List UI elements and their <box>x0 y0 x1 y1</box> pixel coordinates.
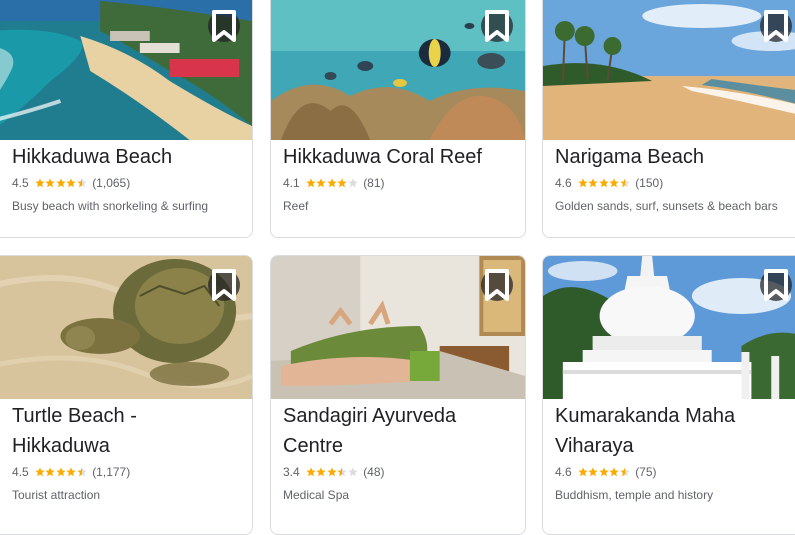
place-description: Tourist attraction <box>12 488 101 502</box>
place-photo[interactable] <box>0 256 252 399</box>
rating-row: 4.5 (1,177) <box>12 464 240 480</box>
save-button[interactable] <box>481 269 513 301</box>
place-description: Reef <box>283 199 309 213</box>
star-icon <box>337 467 347 477</box>
bookmark-icon <box>485 10 509 42</box>
place-title[interactable]: Sandagiri Ayurveda Centre <box>283 401 513 461</box>
place-photo[interactable] <box>271 256 525 399</box>
star-icon <box>609 467 619 477</box>
star-icon <box>56 467 66 477</box>
star-icon <box>609 178 619 188</box>
star-icon <box>599 467 609 477</box>
review-count: (81) <box>363 176 385 190</box>
rating-value: 4.1 <box>283 176 300 190</box>
star-icon <box>599 178 609 188</box>
star-icon <box>578 178 588 188</box>
save-button[interactable] <box>760 10 792 42</box>
place-title[interactable]: Hikkaduwa Beach <box>12 142 240 172</box>
star-icon <box>45 467 55 477</box>
star-rating <box>35 178 88 188</box>
save-button[interactable] <box>760 269 792 301</box>
star-icon <box>348 178 358 188</box>
bookmark-icon <box>212 269 236 301</box>
place-description: Medical Spa <box>283 488 350 502</box>
star-icon <box>316 467 326 477</box>
star-icon <box>66 467 76 477</box>
place-photo[interactable] <box>271 0 525 140</box>
rating-value: 4.6 <box>555 176 572 190</box>
star-rating <box>578 178 631 188</box>
save-button[interactable] <box>481 10 513 42</box>
save-button[interactable] <box>208 269 240 301</box>
star-icon <box>56 178 66 188</box>
star-icon <box>327 467 337 477</box>
sandy-beach-photo <box>543 0 795 140</box>
star-icon <box>588 467 598 477</box>
place-title[interactable]: Kumarakanda Maha Viharaya <box>555 401 792 461</box>
star-icon <box>45 178 55 188</box>
rating-row: 4.1 (81) <box>283 175 513 191</box>
star-icon <box>578 467 588 477</box>
star-icon <box>588 178 598 188</box>
rating-row: 4.5 (1,065) <box>12 175 240 191</box>
star-icon <box>35 467 45 477</box>
place-description: Golden sands, surf, sunsets & beach bars <box>555 199 778 213</box>
star-icon <box>306 467 316 477</box>
star-rating <box>306 178 359 188</box>
rating-value: 4.5 <box>12 176 29 190</box>
place-card-hikkaduwa-coral-reef[interactable]: Hikkaduwa Coral Reef 4.1 (81) Reef <box>270 0 526 238</box>
review-count: (1,065) <box>92 176 131 190</box>
star-icon <box>77 178 87 188</box>
place-photo[interactable] <box>0 0 252 140</box>
star-icon <box>306 178 316 188</box>
star-icon <box>620 467 630 477</box>
star-icon <box>66 178 76 188</box>
star-icon <box>327 178 337 188</box>
place-card-sandagiri-ayurveda[interactable]: Sandagiri Ayurveda Centre 3.4 (48) Medic… <box>270 255 526 535</box>
place-card-turtle-beach[interactable]: Turtle Beach - Hikkaduwa 4.5 (1,177) Tou… <box>0 255 253 535</box>
rating-value: 4.5 <box>12 465 29 479</box>
place-photo[interactable] <box>543 0 795 140</box>
rating-value: 3.4 <box>283 465 300 479</box>
star-rating <box>306 467 359 477</box>
place-photo[interactable] <box>543 256 795 399</box>
place-title[interactable]: Narigama Beach <box>555 142 792 172</box>
rating-row: 3.4 (48) <box>283 464 513 480</box>
rating-row: 4.6 (75) <box>555 464 792 480</box>
star-rating <box>35 467 88 477</box>
place-description: Busy beach with snorkeling & surfing <box>12 199 209 213</box>
place-title[interactable]: Turtle Beach - Hikkaduwa <box>12 401 240 461</box>
star-icon <box>35 178 45 188</box>
place-card-narigama-beach[interactable]: Narigama Beach 4.6 (150) Golden sands, s… <box>542 0 795 238</box>
place-card-hikkaduwa-beach[interactable]: Hikkaduwa Beach 4.5 (1,065) Busy beach w… <box>0 0 253 238</box>
rating-row: 4.6 (150) <box>555 175 792 191</box>
bookmark-icon <box>764 269 788 301</box>
save-button[interactable] <box>208 10 240 42</box>
review-count: (48) <box>363 465 385 479</box>
review-count: (1,177) <box>92 465 131 479</box>
place-card-kumarakanda-maha-viharaya[interactable]: Kumarakanda Maha Viharaya 4.6 (75) Buddh… <box>542 255 795 535</box>
stupa-temple-photo <box>543 256 795 399</box>
review-count: (150) <box>635 176 664 190</box>
place-description: Buddhism, temple and history <box>555 488 714 502</box>
star-icon <box>77 467 87 477</box>
place-title[interactable]: Hikkaduwa Coral Reef <box>283 142 513 172</box>
review-count: (75) <box>635 465 657 479</box>
star-icon <box>337 178 347 188</box>
bookmark-icon <box>764 10 788 42</box>
bookmark-icon <box>485 269 509 301</box>
star-icon <box>620 178 630 188</box>
star-icon <box>316 178 326 188</box>
bookmark-icon <box>212 10 236 42</box>
star-rating <box>578 467 631 477</box>
star-icon <box>348 467 358 477</box>
rating-value: 4.6 <box>555 465 572 479</box>
